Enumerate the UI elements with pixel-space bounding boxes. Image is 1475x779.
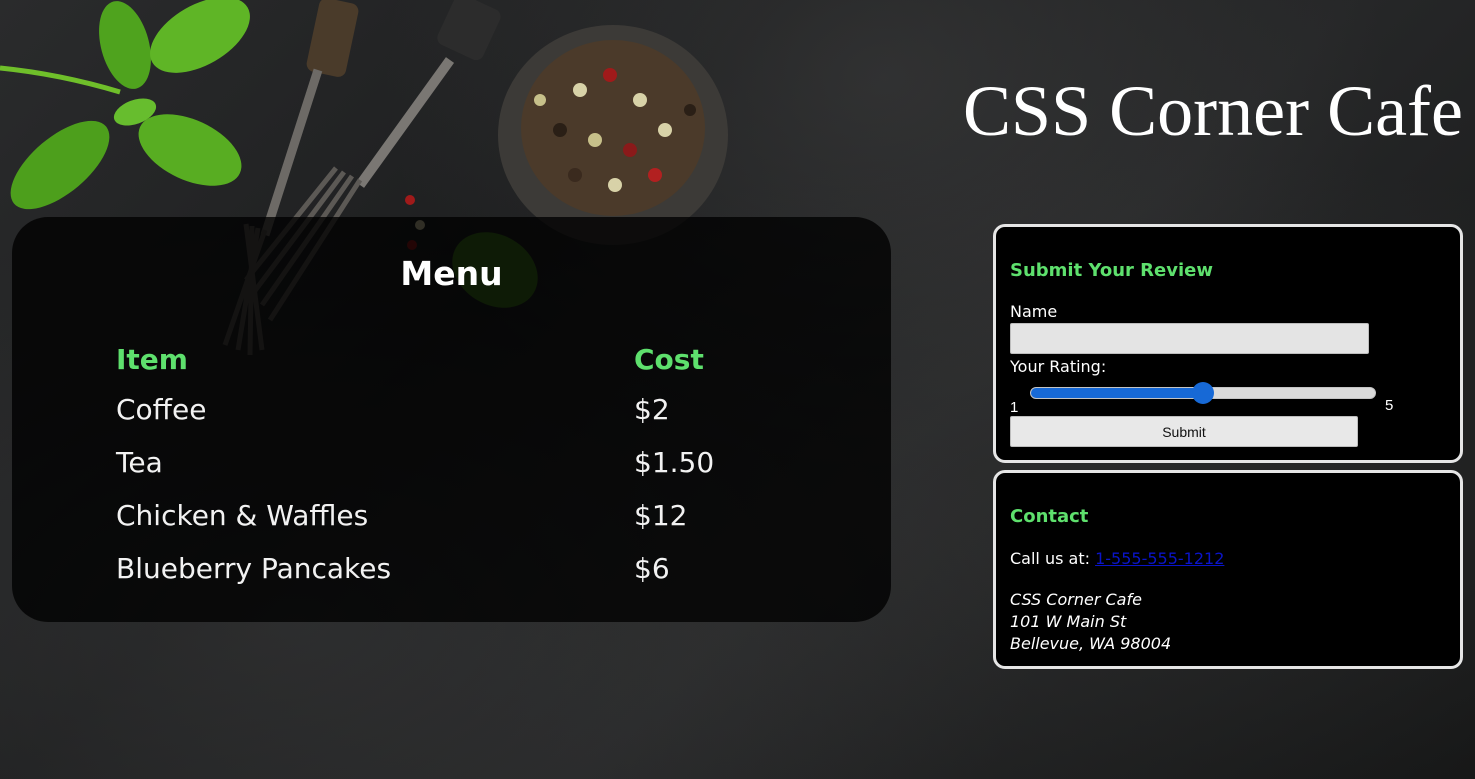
menu-item-cost: $2 [634, 393, 670, 426]
rating-slider-thumb[interactable] [1192, 382, 1214, 404]
call-us-label: Call us at: [1010, 549, 1090, 568]
review-heading: Submit Your Review [1010, 260, 1213, 281]
name-label: Name [1010, 302, 1058, 321]
submit-button[interactable]: Submit [1010, 416, 1358, 447]
pepper-bowl [498, 25, 728, 245]
rating-max-label: 5 [1385, 397, 1394, 414]
table-row: Blueberry Pancakes $6 [116, 542, 834, 595]
menu-item-name: Blueberry Pancakes [116, 552, 392, 585]
cost-column-header: Cost [634, 342, 704, 376]
menu-table: Item Cost Coffee $2 Tea $1.50 Chicken & … [116, 335, 834, 595]
address-line: 101 W Main St [1010, 612, 1127, 631]
item-column-header: Item [116, 342, 188, 376]
rating-min-label: 1 [1010, 399, 1019, 416]
table-row: Chicken & Waffles $12 [116, 489, 834, 542]
menu-item-cost: $12 [634, 499, 688, 532]
address-line: Bellevue, WA 98004 [1010, 634, 1172, 653]
menu-item-name: Coffee [116, 393, 207, 426]
phone-link[interactable]: 1-555-555-1212 [1095, 549, 1224, 568]
address-line: CSS Corner Cafe [1010, 590, 1142, 609]
rating-label: Your Rating: [1010, 357, 1107, 376]
address: CSS Corner Cafe 101 W Main St Bellevue, … [1010, 589, 1171, 655]
menu-item-name: Chicken & Waffles [116, 499, 369, 532]
basil-leaves [0, 0, 250, 210]
table-row: Coffee $2 [116, 383, 834, 436]
contact-card: Contact Call us at: 1-555-555-1212 CSS C… [993, 470, 1463, 669]
menu-item-name: Tea [116, 446, 163, 479]
menu-item-cost: $6 [634, 552, 670, 585]
table-row: Tea $1.50 [116, 436, 834, 489]
menu-panel: Menu Item Cost Coffee $2 Tea $1.50 Chick… [12, 217, 891, 622]
menu-item-cost: $1.50 [634, 446, 715, 479]
rating-slider[interactable] [1030, 382, 1376, 404]
contact-heading: Contact [1010, 506, 1089, 527]
call-us-line: Call us at: 1-555-555-1212 [1010, 549, 1224, 568]
review-card: Submit Your Review Name Your Rating: 1 5… [993, 224, 1463, 463]
site-title: CSS Corner Cafe [963, 71, 1463, 151]
menu-header-row: Item Cost [116, 335, 834, 383]
name-input[interactable] [1010, 323, 1369, 354]
rating-slider-fill [1031, 388, 1203, 398]
menu-heading: Menu [400, 254, 503, 293]
